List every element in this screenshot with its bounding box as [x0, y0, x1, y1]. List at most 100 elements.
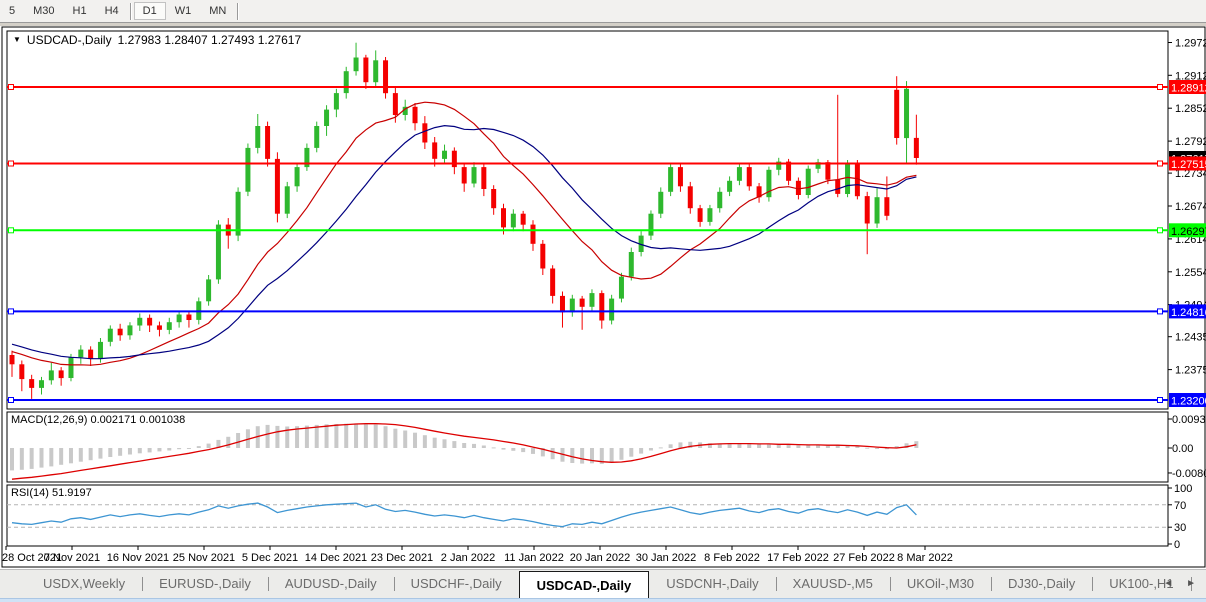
- candle-body: [806, 169, 811, 195]
- line-handle[interactable]: [1158, 398, 1163, 403]
- line-handle[interactable]: [1158, 85, 1163, 90]
- candle-body: [442, 151, 447, 159]
- symbol-dropdown-icon[interactable]: ▼: [13, 36, 21, 44]
- line-handle[interactable]: [9, 309, 14, 314]
- candle-body: [19, 364, 24, 379]
- date-tick-label: 16 Nov 2021: [107, 552, 169, 564]
- tab-usdx-weekly[interactable]: USDX,Weekly: [26, 570, 142, 598]
- date-tick-label: 17 Feb 2022: [767, 552, 829, 564]
- macd-scale-label: 0.00: [1172, 443, 1193, 455]
- tab-scroll-left-icon[interactable]: ◄: [1163, 578, 1173, 589]
- macd-bar: [462, 443, 466, 448]
- macd-bar: [374, 425, 378, 448]
- macd-bar: [423, 435, 427, 448]
- macd-bar: [364, 424, 368, 448]
- rsi-pane[interactable]: [7, 485, 1168, 546]
- candle-body: [39, 380, 44, 388]
- tab-ukoil-m30[interactable]: UKOil-,M30: [890, 570, 991, 598]
- line-handle[interactable]: [9, 161, 14, 166]
- macd-bar: [177, 448, 181, 449]
- candle-body: [324, 110, 329, 126]
- macd-bar: [89, 448, 93, 460]
- macd-bar: [98, 448, 102, 459]
- candle-body: [383, 60, 388, 93]
- line-handle[interactable]: [1158, 228, 1163, 233]
- macd-bar: [570, 448, 574, 463]
- macd-bar: [39, 448, 43, 468]
- rsi-scale-label: 0: [1174, 539, 1180, 551]
- candle-body: [147, 318, 152, 326]
- candle-body: [648, 214, 653, 236]
- candle-body: [49, 370, 54, 380]
- candle-body: [78, 350, 83, 358]
- tab-xauusd-m5[interactable]: XAUUSD-,M5: [776, 570, 890, 598]
- macd-bar: [757, 444, 761, 448]
- timeframe-h4[interactable]: H4: [96, 2, 128, 20]
- candle-body: [766, 170, 771, 197]
- line-handle[interactable]: [1158, 309, 1163, 314]
- macd-bar: [806, 446, 810, 449]
- tab-usdchf-daily[interactable]: USDCHF-,Daily: [394, 570, 519, 598]
- candle-body: [560, 296, 565, 312]
- candle-body: [177, 315, 182, 323]
- chart-title-symbol: USDCAD-,Daily: [27, 33, 112, 47]
- macd-bar: [393, 429, 397, 448]
- tab-usdcad-daily[interactable]: USDCAD-,Daily: [519, 571, 650, 598]
- price-tick-label: 1.27925: [1175, 136, 1206, 148]
- line-handle[interactable]: [1158, 161, 1163, 166]
- candle-body: [373, 60, 378, 82]
- candle-body: [580, 299, 585, 307]
- macd-bar: [315, 425, 319, 448]
- timeframe-h1[interactable]: H1: [64, 2, 96, 20]
- candle-body: [688, 186, 693, 208]
- macd-bar: [452, 441, 456, 448]
- line-handle[interactable]: [9, 85, 14, 90]
- candle-body: [570, 299, 575, 313]
- macd-bar: [384, 426, 388, 448]
- timeframe-m30[interactable]: M30: [24, 2, 63, 20]
- candle-body: [678, 167, 683, 186]
- tab-usdcnh-daily[interactable]: USDCNH-,Daily: [649, 570, 775, 598]
- candle-body: [98, 342, 103, 359]
- candle-body: [432, 142, 437, 158]
- tab-scroll-right-icon[interactable]: ►: [1186, 578, 1196, 589]
- timeframe-d1[interactable]: D1: [134, 2, 166, 20]
- line-handle[interactable]: [9, 228, 14, 233]
- price-tick-label: 1.26740: [1175, 201, 1206, 213]
- timeframe-m5[interactable]: 5: [0, 2, 24, 20]
- candle-body: [914, 138, 919, 158]
- candle-body: [825, 162, 830, 180]
- price-tick-label: 1.24355: [1175, 332, 1206, 344]
- macd-bar: [767, 445, 771, 448]
- tab-audusd-daily[interactable]: AUDUSD-,Daily: [268, 570, 394, 598]
- candle-body: [255, 126, 260, 148]
- date-tick-label: 7 Nov 2021: [44, 552, 100, 564]
- macd-bar: [197, 446, 201, 448]
- candle-body: [295, 167, 300, 186]
- macd-bar: [502, 448, 506, 450]
- tab-eurusd-daily[interactable]: EURUSD-,Daily: [142, 570, 268, 598]
- candle-body: [550, 269, 555, 296]
- line-handle[interactable]: [9, 398, 14, 403]
- candle-body: [717, 192, 722, 208]
- chart-title: ▼ USDCAD-,Daily 1.27983 1.28407 1.27493 …: [13, 33, 301, 47]
- macd-bar: [492, 447, 496, 448]
- timeframe-mn[interactable]: MN: [200, 2, 235, 20]
- macd-bar: [619, 448, 623, 460]
- date-tick-label: 11 Jan 2022: [504, 552, 564, 564]
- candle-body: [875, 197, 880, 223]
- macd-bar: [511, 448, 515, 451]
- toolbar-divider: [130, 3, 132, 20]
- price-tick-label: 1.29725: [1175, 38, 1206, 50]
- tab-scroll-controls: ◄ ►: [1153, 578, 1196, 589]
- macd-bar: [629, 448, 633, 457]
- candle-body: [354, 58, 359, 72]
- timeframe-w1[interactable]: W1: [166, 2, 201, 20]
- date-tick-label: 30 Jan 2022: [636, 552, 697, 564]
- candle-body: [88, 350, 93, 359]
- tab-dj30-daily[interactable]: DJ30-,Daily: [991, 570, 1092, 598]
- toolbar-divider: [237, 3, 239, 20]
- candle-body: [157, 325, 162, 329]
- macd-bar: [187, 448, 191, 449]
- macd-bar: [10, 448, 14, 470]
